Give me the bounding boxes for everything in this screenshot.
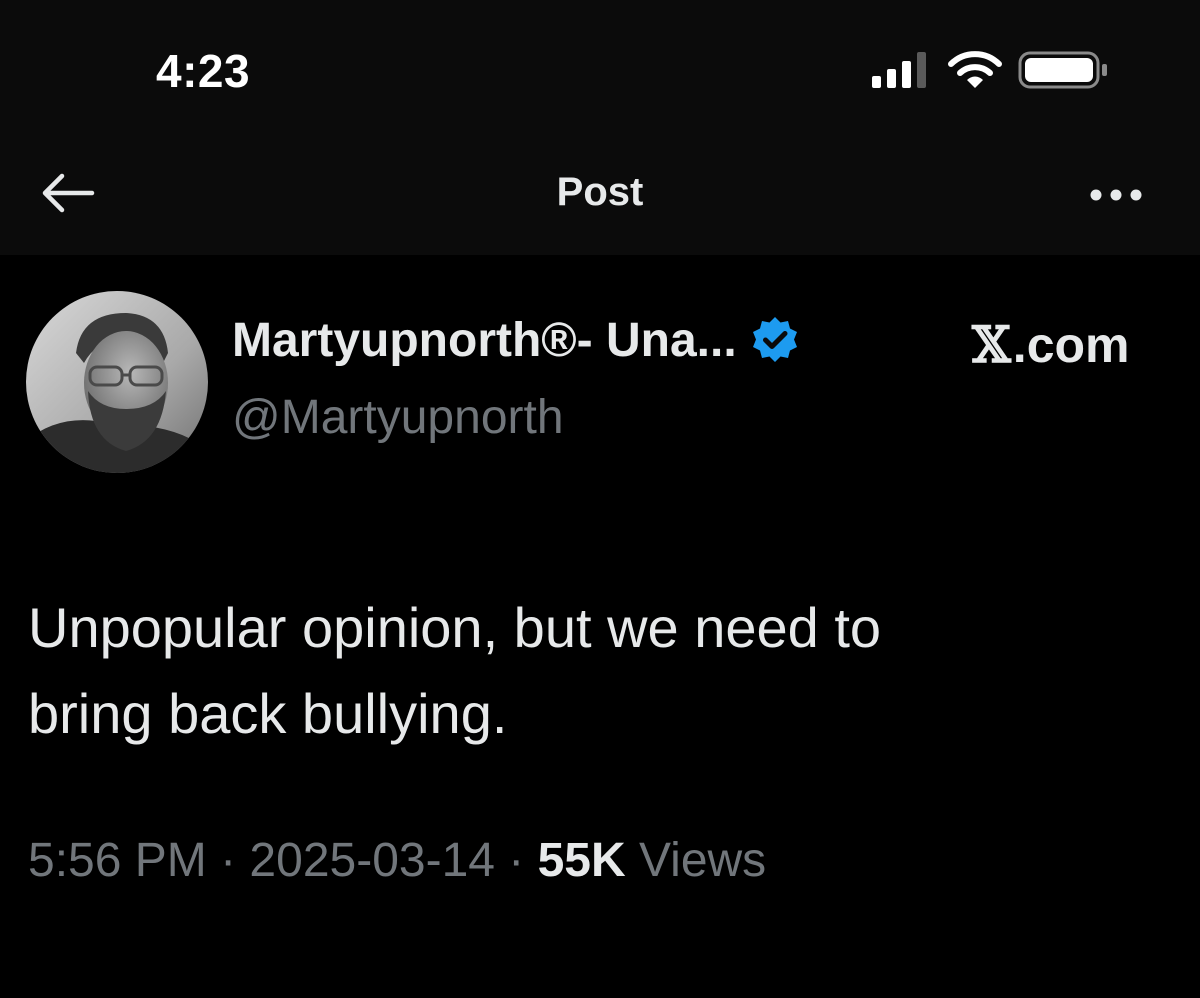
author-info: Martyupnorth®- Una... xyxy=(232,313,801,368)
status-time: 4:23 xyxy=(156,45,251,97)
views-label[interactable]: Views xyxy=(626,834,766,887)
post-date: 2025-03-14 xyxy=(249,834,495,887)
page-title: Post xyxy=(556,170,644,214)
source-suffix: .com xyxy=(1012,317,1130,373)
avatar[interactable] xyxy=(26,291,208,473)
post-time: 5:56 PM xyxy=(28,834,207,887)
post-source-label: 𝕏 .com xyxy=(972,315,1130,374)
author-handle[interactable]: @Martyupnorth xyxy=(232,390,564,445)
views-count[interactable]: 55K xyxy=(538,834,626,887)
post-text-line: Unpopular opinion, but we need to xyxy=(28,596,882,659)
author-display-name[interactable]: Martyupnorth®- Una... xyxy=(232,313,737,368)
post-text-line: bring back bullying. xyxy=(28,682,508,745)
wifi-icon xyxy=(948,50,1002,95)
battery-icon xyxy=(1018,50,1110,95)
post-text: Unpopular opinion, but we need to bring … xyxy=(28,585,1158,757)
meta-separator: · xyxy=(206,834,250,887)
meta-separator: · xyxy=(494,834,538,887)
status-icons xyxy=(870,50,1110,95)
more-options-button[interactable] xyxy=(1086,182,1146,212)
verified-badge-icon[interactable] xyxy=(749,315,801,367)
ellipsis-icon xyxy=(1089,188,1143,207)
post: Martyupnorth®- Una... 𝕏 .com @Martyupnort… xyxy=(0,255,1200,998)
x-logo-glyph: 𝕏 xyxy=(972,315,1011,374)
cellular-signal-icon xyxy=(870,50,932,95)
top-navigation-bar: Post xyxy=(0,140,1200,255)
status-bar: 4:23 xyxy=(0,0,1200,140)
post-metadata: 5:56 PM · 2025-03-14 · 55K Views xyxy=(28,833,766,888)
